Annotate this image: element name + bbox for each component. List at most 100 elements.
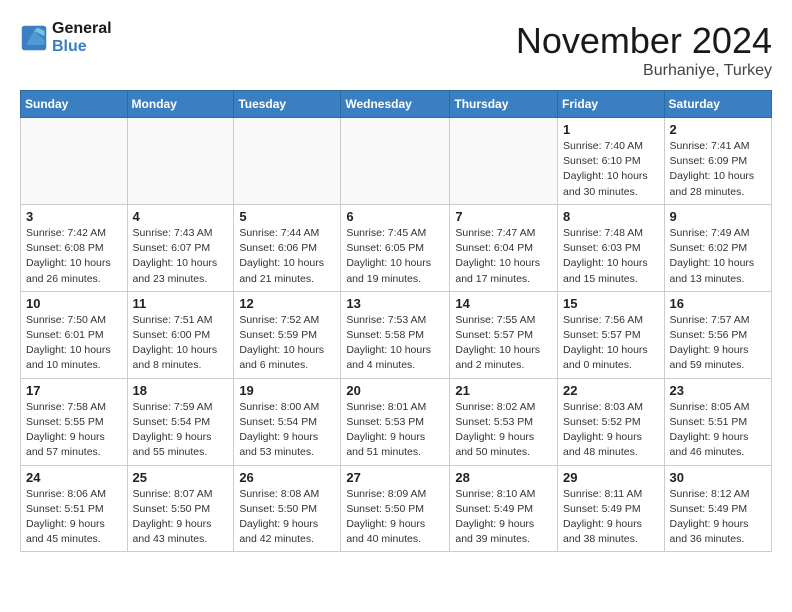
calendar-body: 1 Sunrise: 7:40 AM Sunset: 6:10 PM Daylig… [21,118,772,552]
day-number: 20 [346,383,444,398]
weekday-thursday: Thursday [450,91,558,118]
calendar-cell [127,118,234,205]
week-row-3: 10 Sunrise: 7:50 AM Sunset: 6:01 PM Dayli… [21,291,772,378]
day-number: 13 [346,296,444,311]
day-info: Sunrise: 8:08 AM Sunset: 5:50 PM Dayligh… [239,487,335,548]
day-number: 3 [26,209,122,224]
weekday-friday: Friday [558,91,665,118]
calendar-cell: 2 Sunrise: 7:41 AM Sunset: 6:09 PM Daylig… [664,118,771,205]
day-info: Sunrise: 7:58 AM Sunset: 5:55 PM Dayligh… [26,400,122,461]
day-number: 29 [563,470,659,485]
day-number: 27 [346,470,444,485]
calendar-cell: 16Sunrise: 7:57 AM Sunset: 5:56 PM Dayli… [664,291,771,378]
logo-text: General Blue [52,20,112,56]
week-row-5: 24 Sunrise: 8:06 AM Sunset: 5:51 PM Dayli… [21,465,772,552]
weekday-header-row: SundayMondayTuesdayWednesdayThursdayFrid… [21,91,772,118]
day-number: 12 [239,296,335,311]
day-info: Sunrise: 8:07 AM Sunset: 5:50 PM Dayligh… [133,487,229,548]
day-number: 23 [670,383,766,398]
calendar-cell: 23 Sunrise: 8:05 AM Sunset: 5:51 PM Dayli… [664,378,771,465]
calendar-cell: 1 Sunrise: 7:40 AM Sunset: 6:10 PM Daylig… [558,118,665,205]
day-info: Sunrise: 7:48 AM Sunset: 6:03 PM Dayligh… [563,226,659,287]
calendar-cell: 17 Sunrise: 7:58 AM Sunset: 5:55 PM Dayli… [21,378,128,465]
day-number: 10 [26,296,122,311]
month-title: November 2024 [516,20,772,62]
day-info: Sunrise: 8:02 AM Sunset: 5:53 PM Dayligh… [455,400,552,461]
calendar-cell: 19Sunrise: 8:00 AM Sunset: 5:54 PM Dayli… [234,378,341,465]
day-number: 17 [26,383,122,398]
day-info: Sunrise: 8:06 AM Sunset: 5:51 PM Dayligh… [26,487,122,548]
day-number: 25 [133,470,229,485]
calendar-cell: 6 Sunrise: 7:45 AM Sunset: 6:05 PM Daylig… [341,204,450,291]
day-info: Sunrise: 7:43 AM Sunset: 6:07 PM Dayligh… [133,226,229,287]
calendar-cell: 8 Sunrise: 7:48 AM Sunset: 6:03 PM Daylig… [558,204,665,291]
calendar-table: SundayMondayTuesdayWednesdayThursdayFrid… [20,90,772,552]
day-info: Sunrise: 8:12 AM Sunset: 5:49 PM Dayligh… [670,487,766,548]
day-info: Sunrise: 8:10 AM Sunset: 5:49 PM Dayligh… [455,487,552,548]
day-info: Sunrise: 8:09 AM Sunset: 5:50 PM Dayligh… [346,487,444,548]
logo: General Blue [20,20,112,56]
weekday-tuesday: Tuesday [234,91,341,118]
weekday-saturday: Saturday [664,91,771,118]
day-number: 18 [133,383,229,398]
day-info: Sunrise: 7:51 AM Sunset: 6:00 PM Dayligh… [133,313,229,374]
calendar-cell: 13Sunrise: 7:53 AM Sunset: 5:58 PM Dayli… [341,291,450,378]
logo-icon [20,24,48,52]
day-number: 7 [455,209,552,224]
day-number: 22 [563,383,659,398]
day-info: Sunrise: 7:42 AM Sunset: 6:08 PM Dayligh… [26,226,122,287]
calendar-cell [234,118,341,205]
day-info: Sunrise: 8:05 AM Sunset: 5:51 PM Dayligh… [670,400,766,461]
day-number: 8 [563,209,659,224]
title-block: November 2024 Burhaniye, Turkey [516,20,772,80]
day-number: 16 [670,296,766,311]
calendar-cell: 27 Sunrise: 8:09 AM Sunset: 5:50 PM Dayli… [341,465,450,552]
day-info: Sunrise: 7:50 AM Sunset: 6:01 PM Dayligh… [26,313,122,374]
location-subtitle: Burhaniye, Turkey [516,62,772,80]
day-info: Sunrise: 7:59 AM Sunset: 5:54 PM Dayligh… [133,400,229,461]
calendar-cell: 7 Sunrise: 7:47 AM Sunset: 6:04 PM Daylig… [450,204,558,291]
calendar-cell: 14 Sunrise: 7:55 AM Sunset: 5:57 PM Dayli… [450,291,558,378]
day-number: 19 [239,383,335,398]
calendar-cell: 4 Sunrise: 7:43 AM Sunset: 6:07 PM Daylig… [127,204,234,291]
day-number: 1 [563,122,659,137]
calendar-cell: 22Sunrise: 8:03 AM Sunset: 5:52 PM Dayli… [558,378,665,465]
day-number: 5 [239,209,335,224]
calendar-cell: 9 Sunrise: 7:49 AM Sunset: 6:02 PM Daylig… [664,204,771,291]
weekday-wednesday: Wednesday [341,91,450,118]
day-info: Sunrise: 7:44 AM Sunset: 6:06 PM Dayligh… [239,226,335,287]
calendar-cell: 5 Sunrise: 7:44 AM Sunset: 6:06 PM Daylig… [234,204,341,291]
day-info: Sunrise: 7:40 AM Sunset: 6:10 PM Dayligh… [563,139,659,200]
day-number: 11 [133,296,229,311]
calendar-cell [341,118,450,205]
day-info: Sunrise: 8:11 AM Sunset: 5:49 PM Dayligh… [563,487,659,548]
day-info: Sunrise: 8:01 AM Sunset: 5:53 PM Dayligh… [346,400,444,461]
calendar-cell: 20 Sunrise: 8:01 AM Sunset: 5:53 PM Dayli… [341,378,450,465]
calendar-cell: 12 Sunrise: 7:52 AM Sunset: 5:59 PM Dayli… [234,291,341,378]
day-info: Sunrise: 7:41 AM Sunset: 6:09 PM Dayligh… [670,139,766,200]
day-number: 14 [455,296,552,311]
week-row-1: 1 Sunrise: 7:40 AM Sunset: 6:10 PM Daylig… [21,118,772,205]
day-info: Sunrise: 7:47 AM Sunset: 6:04 PM Dayligh… [455,226,552,287]
day-number: 30 [670,470,766,485]
weekday-sunday: Sunday [21,91,128,118]
day-number: 9 [670,209,766,224]
day-number: 6 [346,209,444,224]
day-number: 24 [26,470,122,485]
day-info: Sunrise: 7:52 AM Sunset: 5:59 PM Dayligh… [239,313,335,374]
day-number: 2 [670,122,766,137]
calendar-cell: 29 Sunrise: 8:11 AM Sunset: 5:49 PM Dayli… [558,465,665,552]
calendar-cell: 18 Sunrise: 7:59 AM Sunset: 5:54 PM Dayli… [127,378,234,465]
weekday-monday: Monday [127,91,234,118]
week-row-4: 17 Sunrise: 7:58 AM Sunset: 5:55 PM Dayli… [21,378,772,465]
calendar-cell: 11 Sunrise: 7:51 AM Sunset: 6:00 PM Dayli… [127,291,234,378]
day-number: 4 [133,209,229,224]
day-number: 15 [563,296,659,311]
calendar-cell: 10 Sunrise: 7:50 AM Sunset: 6:01 PM Dayli… [21,291,128,378]
page-header: General Blue November 2024 Burhaniye, Tu… [20,20,772,80]
calendar-cell [450,118,558,205]
day-info: Sunrise: 7:49 AM Sunset: 6:02 PM Dayligh… [670,226,766,287]
day-info: Sunrise: 7:45 AM Sunset: 6:05 PM Dayligh… [346,226,444,287]
day-info: Sunrise: 7:56 AM Sunset: 5:57 PM Dayligh… [563,313,659,374]
day-info: Sunrise: 7:55 AM Sunset: 5:57 PM Dayligh… [455,313,552,374]
